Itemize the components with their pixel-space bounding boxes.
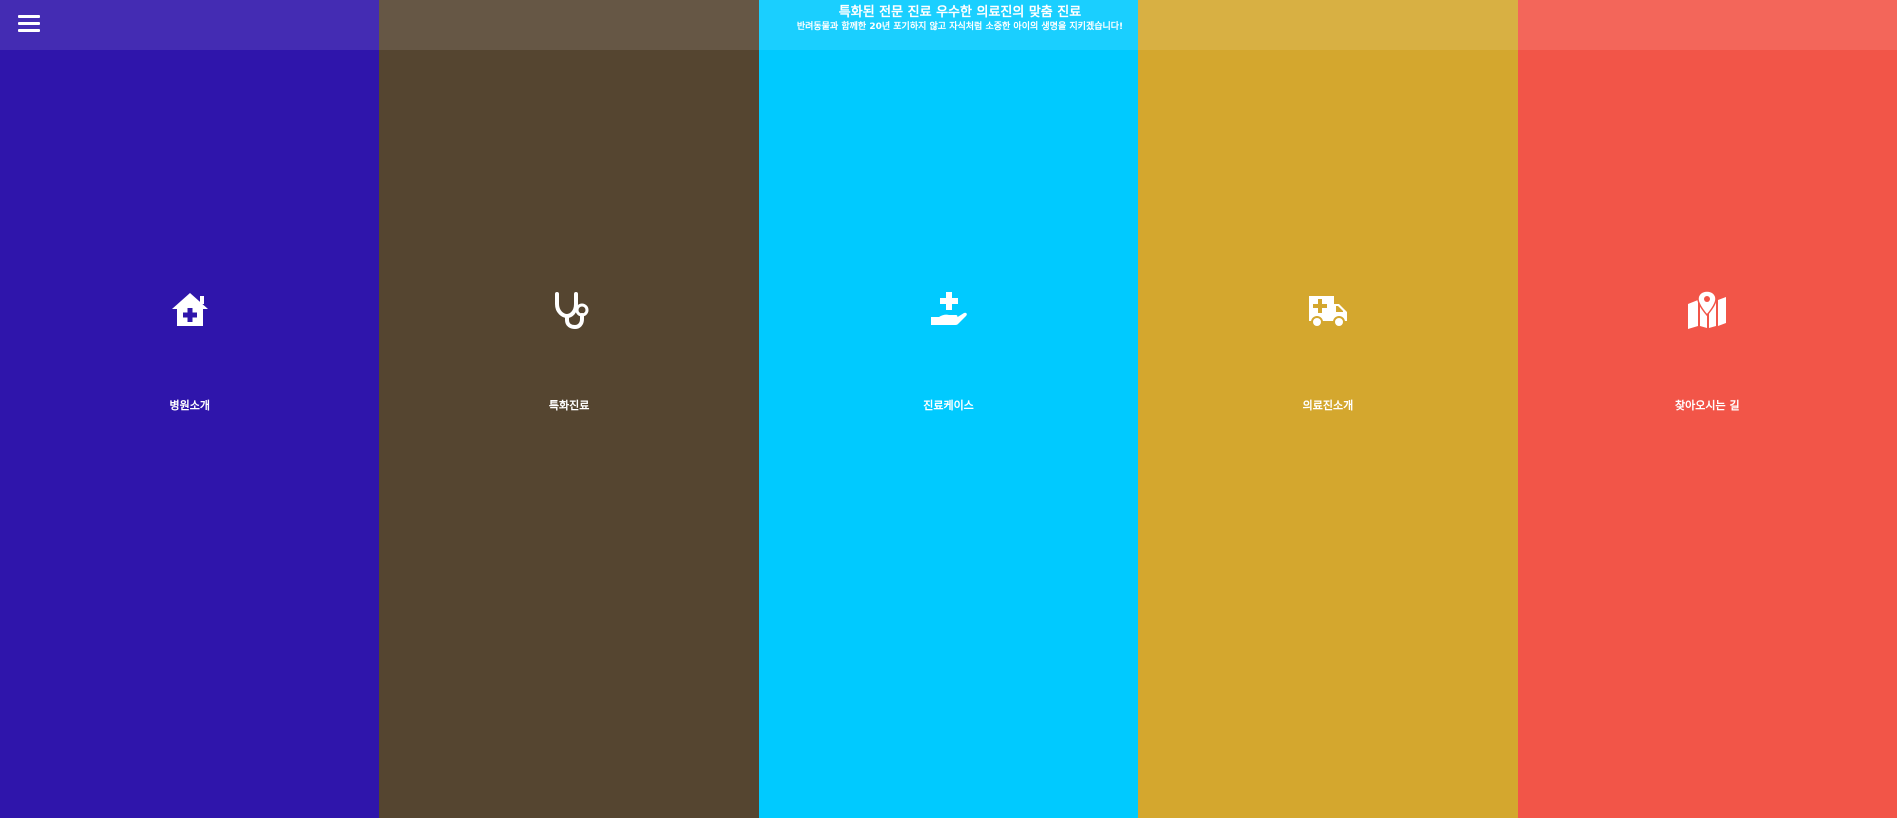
ambulance-icon — [1308, 290, 1348, 330]
section-label: 찾아오시는 길 — [1675, 399, 1740, 412]
clinic-house-icon — [170, 290, 210, 330]
section-hospital-intro[interactable]: 병원소개 — [0, 0, 380, 818]
section-label: 의료진소개 — [1302, 399, 1354, 412]
section-directions[interactable]: 찾아오시는 길 — [1517, 0, 1897, 818]
section-columns: 병원소개 특화진료 진료케이스 의료진소개 찾아오시는 길 — [0, 0, 1897, 818]
section-medical-staff[interactable]: 의료진소개 — [1138, 0, 1518, 818]
section-label: 진료케이스 — [923, 399, 974, 412]
section-label: 병원소개 — [169, 399, 210, 412]
hamburger-menu-icon[interactable] — [18, 14, 40, 34]
map-location-icon — [1687, 290, 1727, 330]
section-label: 특화진료 — [548, 399, 590, 412]
stethoscope-icon — [549, 290, 589, 330]
hand-medical-icon — [929, 290, 969, 330]
section-care-cases[interactable]: 진료케이스 — [758, 0, 1139, 818]
section-special-care[interactable]: 특화진료 — [379, 0, 759, 818]
